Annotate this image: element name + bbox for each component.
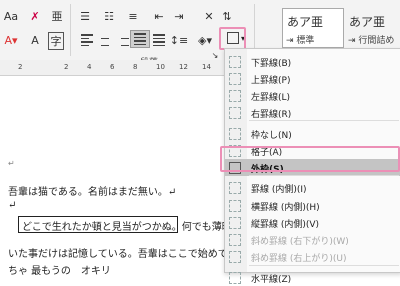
border-menu-item[interactable]: 水平線(Z) <box>225 269 400 286</box>
group-separator <box>70 4 71 56</box>
document-line: いた事だけは記憶している。吾輩はここで始めて <box>8 249 228 260</box>
sort-icon[interactable]: ⇅ <box>218 8 236 24</box>
style-sample: あア亜 <box>349 15 386 29</box>
ruler-tick: 12 <box>179 63 188 71</box>
style-name: ⇥ 標準 <box>286 36 315 46</box>
enclosed-character-icon[interactable]: 字 <box>48 32 64 50</box>
border-top-icon <box>229 73 241 85</box>
borders-button-highlight <box>219 27 246 50</box>
menu-item-label: 下罫線(B) <box>251 59 292 69</box>
document-line: ↵ <box>8 200 17 211</box>
paragraph-mark: ↵ <box>8 159 15 168</box>
clear-formatting-icon[interactable]: ✗ <box>26 8 44 24</box>
menu-item-label: 水平線(Z) <box>251 275 292 285</box>
border-inside-icon <box>229 182 241 194</box>
ruler-tick: 2 <box>64 63 69 71</box>
border-menu-item[interactable]: 左罫線(L) <box>225 87 400 104</box>
menu-item-label: 罫線 (内側)(I) <box>251 185 307 195</box>
paragraph-dialog-launcher-icon[interactable]: ↘ <box>210 50 220 60</box>
horizontal-line-icon <box>229 272 241 284</box>
border-menu-item[interactable]: 縦罫線 (内側)(V) <box>225 214 400 231</box>
border-menu-item: 斜め罫線 (右上がり)(U) <box>225 248 400 265</box>
menu-item-label: 上罫線(P) <box>251 76 291 86</box>
outside-borders-highlight <box>220 146 400 172</box>
diagonal-down-border-icon <box>229 234 241 246</box>
style-standard[interactable]: あア亜 ⇥ 標準 <box>282 8 344 48</box>
border-right-icon <box>229 107 241 119</box>
bullets-icon[interactable]: ☰ <box>76 8 94 24</box>
document-line: 吾輩は猫である。名前はまだ無い。↵ <box>8 187 177 198</box>
menu-item-label: 横罫線 (内側)(H) <box>251 203 320 213</box>
decrease-indent-icon[interactable]: ⇤ <box>150 8 168 24</box>
ruler-tick: 4 <box>87 63 92 71</box>
menu-separator <box>249 175 399 176</box>
character-shading-icon[interactable]: A <box>26 32 44 48</box>
ruler-tick: 10 <box>156 63 165 71</box>
ruler-tick: 2 <box>18 63 23 71</box>
multilevel-list-icon[interactable]: ≡ <box>124 8 142 24</box>
border-menu-item[interactable]: 下罫線(B) <box>225 53 400 70</box>
style-sample: あア亜 <box>287 15 324 29</box>
border-left-icon <box>229 90 241 102</box>
numbering-icon[interactable]: ☷ <box>100 8 118 24</box>
menu-separator <box>249 120 399 121</box>
line-spacing-icon[interactable]: ↕≡ <box>170 32 188 48</box>
border-inside-vertical-icon <box>229 217 241 229</box>
menu-item-label: 斜め罫線 (右下がり)(W) <box>251 237 349 247</box>
border-none-icon <box>229 128 241 140</box>
border-menu-item[interactable]: 横罫線 (内側)(H) <box>225 197 400 214</box>
document-line: ちゃ 最もうの オキリ <box>8 266 111 277</box>
ruler-tick: 14 <box>202 63 211 71</box>
style-name: ⇥ 行間詰め <box>348 36 395 46</box>
align-left-icon[interactable] <box>78 32 96 48</box>
shading-icon[interactable]: ◈▾ <box>196 32 214 48</box>
menu-item-label: 斜め罫線 (右上がり)(U) <box>251 254 347 264</box>
border-bottom-icon <box>229 56 241 68</box>
increase-indent-icon[interactable]: ⇥ <box>170 8 188 24</box>
justify-icon[interactable] <box>130 30 150 48</box>
style-no-spacing[interactable]: あア亜 ⇥ 行間詰め <box>344 8 400 48</box>
asian-layout-icon[interactable]: ✕ <box>200 8 218 24</box>
phonetic-guide-icon[interactable]: 亜 <box>48 8 66 24</box>
border-inside-horizontal-icon <box>229 200 241 212</box>
border-menu-item[interactable]: 上罫線(P) <box>225 70 400 87</box>
menu-separator <box>249 265 399 266</box>
distributed-icon[interactable] <box>150 32 168 48</box>
menu-item-label: 縦罫線 (内側)(V) <box>251 220 320 230</box>
border-menu-item: 斜め罫線 (右下がり)(W) <box>225 231 400 248</box>
menu-item-label: 右罫線(R) <box>251 110 292 120</box>
align-center-icon[interactable] <box>96 32 114 48</box>
ruler-tick: 8 <box>133 63 138 71</box>
border-menu-item[interactable]: 右罫線(R) <box>225 104 400 121</box>
menu-item-label: 枠なし(N) <box>251 131 292 141</box>
change-case-icon[interactable]: Aa <box>2 8 20 24</box>
font-color-icon[interactable]: A▾ <box>2 32 20 48</box>
diagonal-up-border-icon <box>229 251 241 263</box>
ruler-tick: 6 <box>110 63 115 71</box>
document-line: どこで生れたか頓と見当がつかぬ。何でも薄暗 <box>22 222 232 233</box>
border-menu-item[interactable]: 枠なし(N) <box>225 125 400 142</box>
border-menu-item[interactable]: 罫線 (内側)(I) <box>225 179 400 196</box>
menu-item-label: 左罫線(L) <box>251 93 291 103</box>
